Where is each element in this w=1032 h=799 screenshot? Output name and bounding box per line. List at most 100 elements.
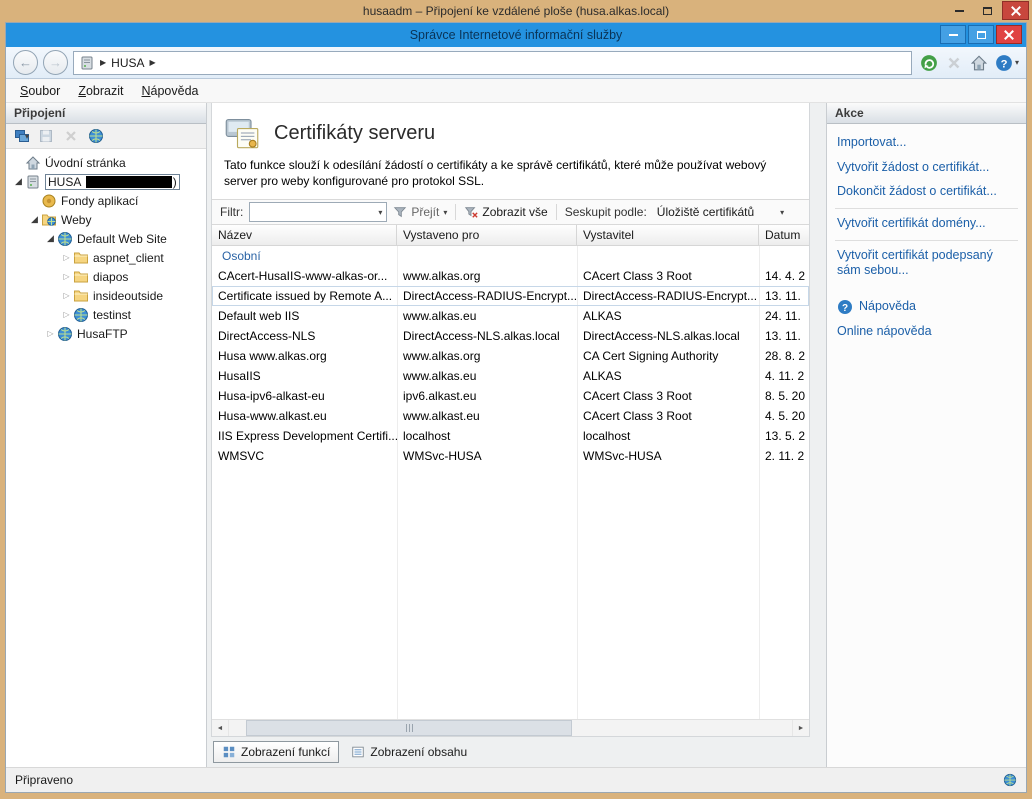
action-online-napoveda[interactable]: Online nápověda (827, 320, 1026, 345)
cert-date: 4. 5. 20 (759, 409, 809, 423)
cert-date: 8. 5. 20 (759, 389, 809, 403)
stop-icon[interactable] (945, 54, 963, 72)
cert-date: 14. 4. 2 (759, 269, 809, 283)
table-row[interactable]: Default web IIS www.alkas.eu ALKAS 24. 1… (212, 306, 809, 326)
save-icon[interactable] (38, 128, 54, 144)
table-row[interactable]: DirectAccess-NLS DirectAccess-NLS.alkas.… (212, 326, 809, 346)
refresh-connection-icon[interactable] (88, 128, 104, 144)
disconnect-icon[interactable] (63, 128, 79, 144)
site-globe-icon (73, 307, 89, 323)
iis-minimize-button[interactable] (940, 25, 966, 44)
action-self-signed[interactable]: Vytvořit certifikát podepsaný sám sebou.… (827, 244, 1026, 284)
tree-item-husa[interactable]: ◢ HUSA ) (6, 172, 206, 191)
go-button[interactable]: Přejít ▾ (393, 205, 447, 219)
action-importovat[interactable]: Importovat... (827, 131, 1026, 156)
scrollbar-thumb[interactable] (246, 720, 573, 736)
table-row[interactable]: CAcert-HusaIIS-www-alkas-or... www.alkas… (212, 266, 809, 286)
tab-zobrazeni-funkci[interactable]: Zobrazení funkcí (213, 741, 339, 763)
action-napoveda[interactable]: Nápověda (827, 294, 1026, 320)
breadcrumb-arrow-icon[interactable]: ▶ (100, 58, 106, 67)
column-header-vystaveno-pro[interactable]: Vystaveno pro (397, 225, 577, 245)
rdp-restore-button[interactable] (974, 1, 1001, 20)
iis-titlebar[interactable]: Správce Internetové informační služby (6, 23, 1026, 47)
sites-icon (41, 212, 57, 228)
menu-soubor[interactable]: Soubor (11, 81, 69, 101)
server-certificates-icon (224, 115, 260, 151)
funnel-clear-icon (464, 205, 478, 219)
iis-restore-button[interactable] (968, 25, 994, 44)
tree-item-diapos[interactable]: ▷ diapos (6, 267, 206, 286)
rdp-minimize-button[interactable] (946, 1, 973, 20)
table-row[interactable]: WMSVC WMSvc-HUSA WMSvc-HUSA 2. 11. 2 (212, 446, 809, 466)
cert-issuer: ALKAS (577, 369, 759, 383)
table-row[interactable]: Husa-www.alkast.eu www.alkast.eu CAcert … (212, 406, 809, 426)
tree-item-weby[interactable]: ◢ Weby (6, 210, 206, 229)
table-row[interactable]: IIS Express Development Certifi... local… (212, 426, 809, 446)
iis-close-button[interactable] (996, 25, 1022, 44)
tree-collapsed-icon[interactable]: ▷ (44, 329, 57, 338)
tree-expanded-icon[interactable]: ◢ (44, 233, 57, 244)
cert-issuer: localhost (577, 429, 759, 443)
rdp-window: husaadm – Připojení ke vzdálené ploše (h… (0, 0, 1032, 799)
group-by-select[interactable]: Úložiště certifikátů ▾ (653, 205, 788, 219)
table-row[interactable]: Husa www.alkas.org www.alkas.org CA Cert… (212, 346, 809, 366)
content-view-icon (351, 745, 365, 759)
tree-item-fondy-aplikaci[interactable]: Fondy aplikací (6, 191, 206, 210)
scroll-right-button[interactable]: ► (792, 720, 809, 736)
breadcrumb-arrow-icon[interactable]: ▶ (150, 58, 156, 67)
table-row[interactable]: Certificate issued by Remote A... Direct… (212, 286, 809, 306)
column-header-datum[interactable]: Datum (759, 225, 809, 245)
chevron-down-icon[interactable]: ▾ (378, 208, 382, 217)
forward-button[interactable]: → (43, 50, 68, 75)
rdp-titlebar[interactable]: husaadm – Připojení ke vzdálené ploše (h… (0, 0, 1032, 22)
cert-name: WMSVC (212, 449, 397, 463)
help-menu-button[interactable]: ▾ (995, 54, 1019, 72)
column-header-nazev[interactable]: Název (212, 225, 397, 245)
scroll-right-icon: ► (798, 725, 805, 732)
horizontal-scrollbar[interactable]: ◄ ► (212, 719, 809, 736)
action-vytvorit-zadost[interactable]: Vytvořit žádost o certifikát... (827, 156, 1026, 181)
home-icon[interactable] (970, 54, 988, 72)
restart-icon[interactable] (920, 54, 938, 72)
tree-item-testinst[interactable]: ▷ testinst (6, 305, 206, 324)
tree-collapsed-icon[interactable]: ▷ (60, 310, 73, 319)
tree-label: Weby (61, 213, 91, 227)
tree-item-uvodni-stranka[interactable]: Úvodní stránka (6, 153, 206, 172)
breadcrumb-item-husa[interactable]: HUSA (111, 56, 144, 70)
tree-expanded-icon[interactable]: ◢ (12, 176, 25, 187)
show-all-button[interactable]: Zobrazit vše (464, 205, 547, 219)
tree-label: aspnet_client (93, 251, 164, 265)
iis-window-controls (940, 25, 1022, 44)
filter-input[interactable]: ▾ (249, 202, 387, 222)
table-row[interactable]: Husa-ipv6-alkast-eu ipv6.alkast.eu CAcer… (212, 386, 809, 406)
rdp-window-title: husaadm – Připojení ke vzdálené ploše (h… (363, 4, 669, 18)
tree-item-insideoutside[interactable]: ▷ insideoutside (6, 286, 206, 305)
menu-zobrazit[interactable]: Zobrazit (69, 81, 132, 101)
breadcrumb[interactable]: ▶ HUSA ▶ (73, 51, 912, 75)
action-certifikat-domeny[interactable]: Vytvořit certifikát domény... (827, 212, 1026, 237)
tree-collapsed-icon[interactable]: ▷ (60, 272, 73, 281)
create-connection-button[interactable]: ▾ (14, 128, 29, 144)
menu-napoveda[interactable]: Nápověda (133, 81, 208, 101)
table-row[interactable]: HusaIIS www.alkas.eu ALKAS 4. 11. 2 (212, 366, 809, 386)
help-icon (837, 299, 853, 315)
column-header-vystavitel[interactable]: Vystavitel (577, 225, 759, 245)
tree-item-husaftp[interactable]: ▷ HusaFTP (6, 324, 206, 343)
tab-zobrazeni-obsahu[interactable]: Zobrazení obsahu (342, 741, 476, 763)
scroll-left-button[interactable]: ◄ (212, 720, 229, 736)
scrollbar-track[interactable] (229, 720, 792, 736)
tree-item-default-web-site[interactable]: ◢ Default Web Site (6, 229, 206, 248)
group-header-osobni[interactable]: Osobní (212, 246, 809, 266)
tree-item-aspnet-client[interactable]: ▷ aspnet_client (6, 248, 206, 267)
table-header: Název Vystaveno pro Vystavitel Datum (212, 225, 809, 246)
site-globe-icon (57, 326, 73, 342)
action-dokoncit-zadost[interactable]: Dokončit žádost o certifikát... (827, 180, 1026, 205)
tree-collapsed-icon[interactable]: ▷ (60, 291, 73, 300)
cert-issuer: ALKAS (577, 309, 759, 323)
tree-collapsed-icon[interactable]: ▷ (60, 253, 73, 262)
tree-expanded-icon[interactable]: ◢ (28, 214, 41, 225)
back-button[interactable]: ← (13, 50, 38, 75)
rdp-close-button[interactable] (1002, 1, 1029, 20)
cert-issuer: DirectAccess-RADIUS-Encrypt... (577, 289, 759, 303)
cert-issuer: CAcert Class 3 Root (577, 409, 759, 423)
